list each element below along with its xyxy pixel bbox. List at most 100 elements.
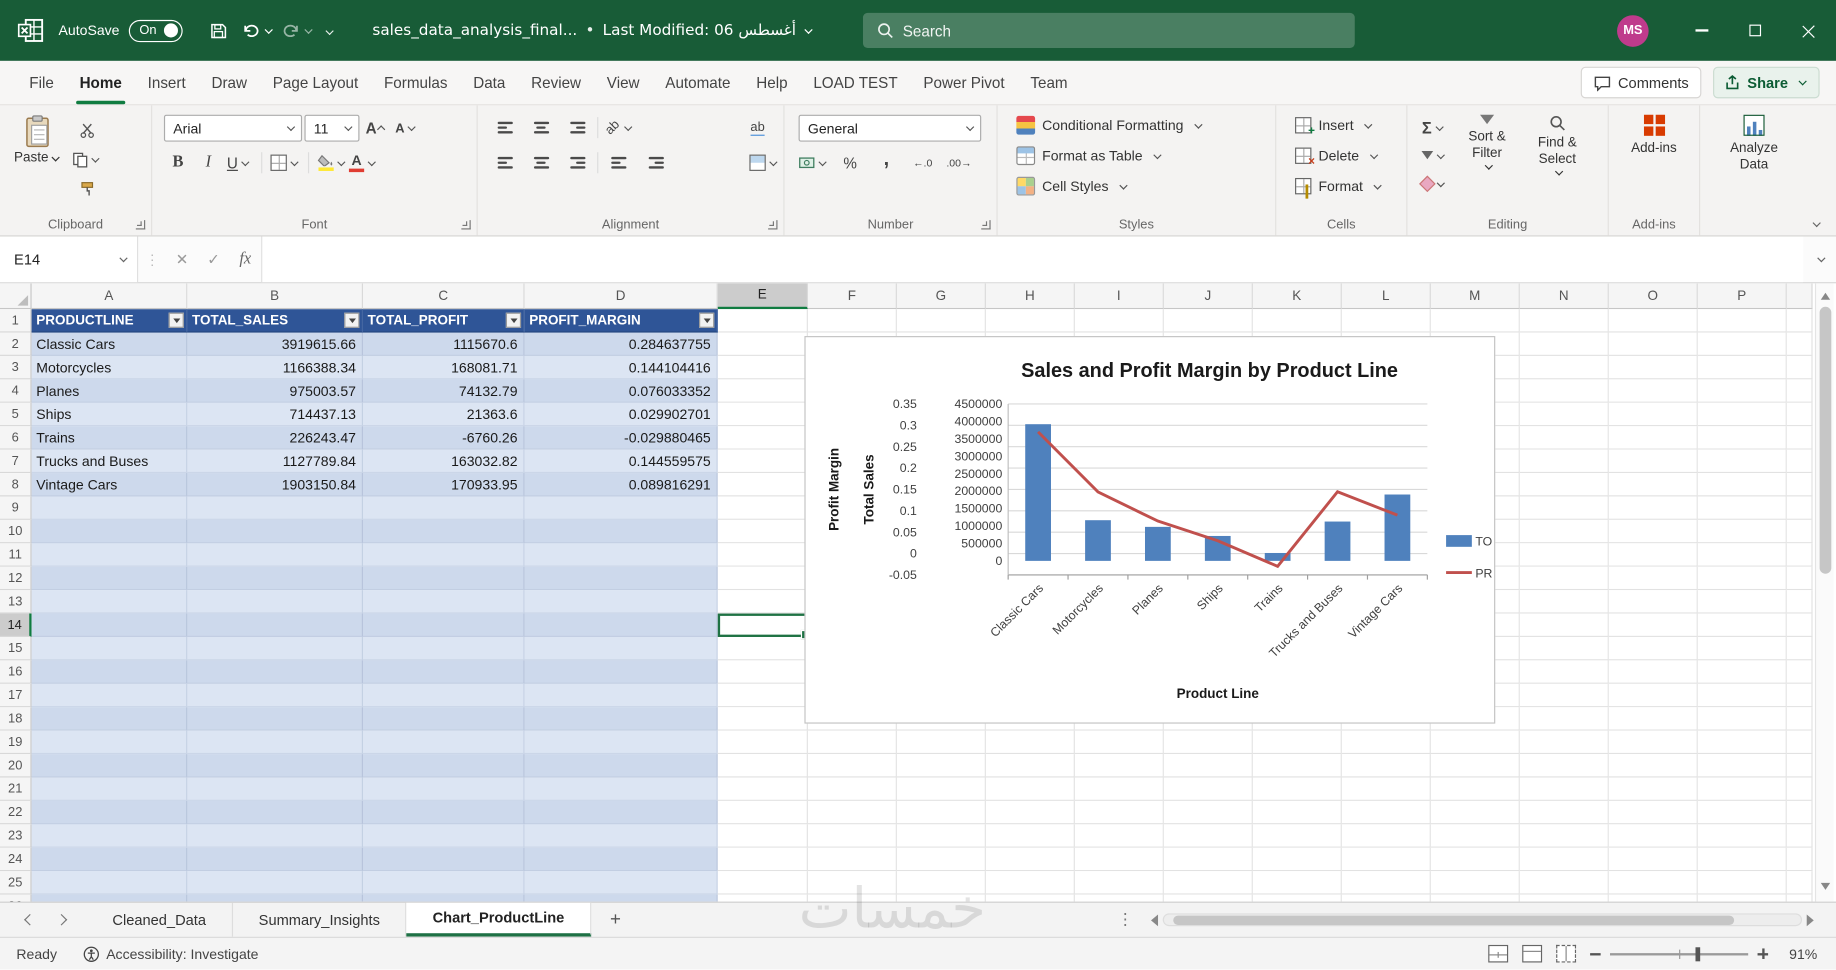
cell-N3[interactable] [1520, 356, 1609, 379]
cell-D19[interactable] [525, 731, 718, 754]
row-header-16[interactable]: 16 [0, 660, 32, 683]
filter-button-PRODUCTLINE[interactable] [169, 313, 184, 328]
column-header-H[interactable]: H [986, 283, 1075, 309]
cell-D1[interactable]: PROFIT_MARGIN [525, 309, 718, 332]
cell-K1[interactable] [1253, 309, 1342, 332]
column-header-B[interactable]: B [187, 283, 363, 309]
cell-O19[interactable] [1609, 731, 1698, 754]
cell-O4[interactable] [1609, 379, 1698, 402]
cell-G24[interactable] [897, 848, 986, 871]
cell-A13[interactable] [32, 590, 188, 613]
sheet-tab-more-handle[interactable]: ⋮ [1117, 903, 1145, 937]
cell-H24[interactable] [986, 848, 1075, 871]
cell-O13[interactable] [1609, 590, 1698, 613]
format-as-table-button[interactable]: Format as Table [1009, 141, 1275, 171]
align-left-button[interactable] [492, 150, 520, 176]
ribbon-tab-insert[interactable]: Insert [135, 61, 199, 104]
row-header-23[interactable]: 23 [0, 824, 32, 847]
add-sheet-button[interactable]: + [591, 903, 639, 937]
align-top-button[interactable] [492, 115, 520, 141]
cell-J26[interactable] [1164, 895, 1253, 902]
cell-A14[interactable] [32, 614, 188, 637]
cell-D12[interactable] [525, 567, 718, 590]
document-title[interactable]: sales_data_analysis_final... • Last Modi… [372, 22, 813, 40]
analyze-data-button[interactable]: Analyze Data [1700, 115, 1808, 174]
row-header-11[interactable]: 11 [0, 543, 32, 566]
cell-B4[interactable]: 975003.57 [187, 379, 363, 402]
minimize-button[interactable] [1674, 0, 1728, 61]
cell-O22[interactable] [1609, 801, 1698, 824]
cell-A23[interactable] [32, 824, 188, 847]
align-center-button[interactable] [527, 150, 555, 176]
cell-O7[interactable] [1609, 450, 1698, 473]
cell-K25[interactable] [1253, 871, 1342, 894]
borders-button[interactable] [270, 150, 299, 176]
column-header-K[interactable]: K [1253, 283, 1342, 309]
cell-A22[interactable] [32, 801, 188, 824]
cell-C13[interactable] [363, 590, 525, 613]
cell-F19[interactable] [808, 731, 897, 754]
column-header-A[interactable]: A [32, 283, 188, 309]
cell-C18[interactable] [363, 707, 525, 730]
cell-A24[interactable] [32, 848, 188, 871]
chart-object[interactable]: 0.350.30.250.20.150.10.050-0.05450000040… [804, 336, 1495, 724]
cell-P12[interactable] [1698, 567, 1787, 590]
cell-L26[interactable] [1342, 895, 1431, 902]
cell-A4[interactable]: Planes [32, 379, 188, 402]
cell-I23[interactable] [1075, 824, 1164, 847]
orientation-button[interactable]: ab [605, 115, 633, 141]
ribbon-tab-help[interactable]: Help [743, 61, 800, 104]
cell-K21[interactable] [1253, 777, 1342, 800]
row-header-5[interactable]: 5 [0, 403, 32, 426]
cell-I26[interactable] [1075, 895, 1164, 902]
cell-I1[interactable] [1075, 309, 1164, 332]
filter-button-TOTAL_PROFIT[interactable] [506, 313, 521, 328]
cell-A11[interactable] [32, 543, 188, 566]
cell-G23[interactable] [897, 824, 986, 847]
cell-J23[interactable] [1164, 824, 1253, 847]
cell-H20[interactable] [986, 754, 1075, 777]
cell-E15[interactable] [718, 637, 808, 660]
sheet-tab-Cleaned_Data[interactable]: Cleaned_Data [87, 903, 233, 937]
shrink-font-button[interactable]: A [392, 115, 420, 141]
cell-P15[interactable] [1698, 637, 1787, 660]
cell-G20[interactable] [897, 754, 986, 777]
row-header-25[interactable]: 25 [0, 871, 32, 894]
cell-B19[interactable] [187, 731, 363, 754]
cell-C6[interactable]: -6760.26 [363, 426, 525, 449]
cell-D18[interactable] [525, 707, 718, 730]
cell-H1[interactable] [986, 309, 1075, 332]
cell-N21[interactable] [1520, 777, 1609, 800]
formula-bar-expand-chevron[interactable] [1803, 237, 1836, 283]
cell-D23[interactable] [525, 824, 718, 847]
cell-O12[interactable] [1609, 567, 1698, 590]
number-launcher[interactable] [981, 220, 990, 229]
cell-B5[interactable]: 714437.13 [187, 403, 363, 426]
cell-E10[interactable] [718, 520, 808, 543]
row-header-12[interactable]: 12 [0, 567, 32, 590]
clear-button[interactable] [1419, 173, 1447, 194]
accounting-format-button[interactable] [799, 150, 828, 176]
cell-B9[interactable] [187, 496, 363, 519]
ribbon-tab-review[interactable]: Review [518, 61, 594, 104]
cell-D16[interactable] [525, 660, 718, 683]
hscroll-left-arrow[interactable] [1145, 914, 1158, 926]
cell-K23[interactable] [1253, 824, 1342, 847]
cell-A8[interactable]: Vintage Cars [32, 473, 188, 496]
cell-F23[interactable] [808, 824, 897, 847]
cell-D21[interactable] [525, 777, 718, 800]
cell-C23[interactable] [363, 824, 525, 847]
cell-C26[interactable] [363, 895, 525, 902]
cell-E11[interactable] [718, 543, 808, 566]
cell-H25[interactable] [986, 871, 1075, 894]
cell-P11[interactable] [1698, 543, 1787, 566]
cell-B7[interactable]: 1127789.84 [187, 450, 363, 473]
cell-P4[interactable] [1698, 379, 1787, 402]
cell-N7[interactable] [1520, 450, 1609, 473]
cell-styles-button[interactable]: Cell Styles [1009, 171, 1275, 201]
cell-G19[interactable] [897, 731, 986, 754]
cell-A26[interactable] [32, 895, 188, 902]
cell-E1[interactable] [718, 309, 808, 332]
row-header-4[interactable]: 4 [0, 379, 32, 402]
cell-H21[interactable] [986, 777, 1075, 800]
